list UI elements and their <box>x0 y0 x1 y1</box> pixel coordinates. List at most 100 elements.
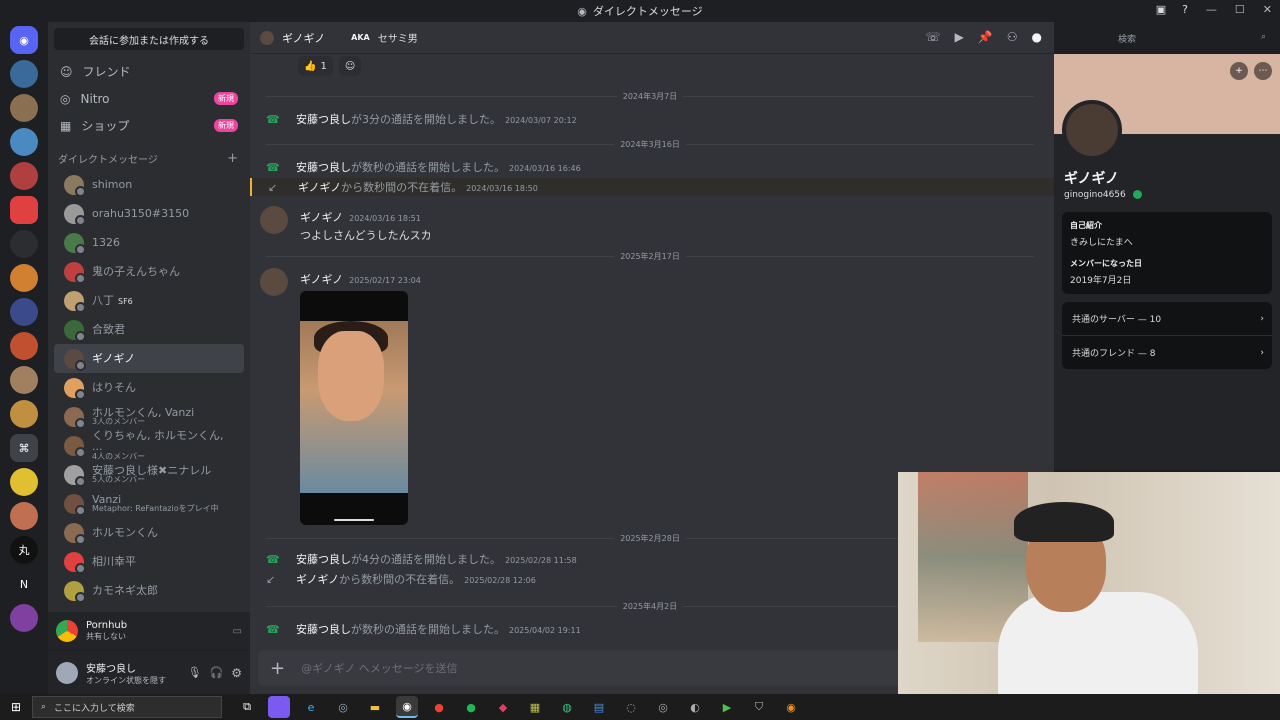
pin-icon[interactable]: 📌 <box>978 30 993 44</box>
dm-item[interactable]: ホルモンくん, Vanzi 3人のメンバー <box>54 402 244 431</box>
system-message-text: が数秒の通話を開始しました。 <box>351 161 505 174</box>
task-view-icon[interactable]: ⧉ <box>236 696 258 718</box>
server-icon[interactable] <box>10 604 38 632</box>
app-icon[interactable]: ◌ <box>620 696 642 718</box>
system-message-user[interactable]: 安藤つ良し <box>296 623 351 636</box>
app-icon[interactable]: ◎ <box>652 696 674 718</box>
member-since-value: 2019年7月2日 <box>1070 276 1132 286</box>
server-icon[interactable]: ⌘ <box>10 434 38 462</box>
search-input[interactable]: 検索 ⌕ <box>1112 28 1272 48</box>
dm-item[interactable]: orahu3150#3150 <box>54 199 244 228</box>
dm-item[interactable]: くりちゃん, ホルモンくん, ... 4人のメンバー <box>54 430 244 461</box>
app-icon[interactable]: ▶ <box>716 696 738 718</box>
home-button[interactable]: ◉ <box>10 26 38 54</box>
dm-item[interactable]: ホルモンくん <box>54 518 244 547</box>
find-conversation-button[interactable]: 会話に参加または作成する <box>54 28 244 50</box>
avatar[interactable] <box>56 661 78 684</box>
dm-item[interactable]: Vanzi Metaphor: ReFantazioをプレイ中 <box>54 489 244 518</box>
server-icon[interactable] <box>10 128 38 156</box>
edge-icon[interactable]: e <box>300 696 322 718</box>
create-dm-button[interactable]: + <box>227 151 238 166</box>
lips-app-icon[interactable]: ◆ <box>492 696 514 718</box>
dm-item[interactable]: 鬼の子えんちゃん <box>54 257 244 286</box>
plus-icon[interactable]: + <box>270 658 285 679</box>
avatar[interactable] <box>260 206 288 234</box>
server-icon[interactable]: N <box>10 570 38 598</box>
image-attachment[interactable] <box>300 291 408 525</box>
server-icon[interactable] <box>10 60 38 88</box>
add-friends-icon[interactable]: ⚇ <box>1007 30 1018 44</box>
server-icon[interactable] <box>10 264 38 292</box>
server-icon[interactable] <box>10 196 38 224</box>
dm-item[interactable]: ギノギノ <box>54 344 244 373</box>
stream-icon[interactable]: ▭ <box>233 626 242 637</box>
spotify-icon[interactable]: ● <box>460 696 482 718</box>
server-icon[interactable] <box>10 94 38 122</box>
system-message-user[interactable]: ギノギノ <box>296 573 339 586</box>
server-icon[interactable] <box>10 400 38 428</box>
add-friend-icon[interactable]: + <box>1230 62 1248 80</box>
dm-item[interactable]: 安藤つ良し様✖ニナレル 5人のメンバー <box>54 460 244 489</box>
discord-logo-icon: ◉ <box>19 33 29 47</box>
microphone-icon[interactable]: 🎙 <box>188 666 202 679</box>
app-icon[interactable]: ◉ <box>780 696 802 718</box>
search-icon: ⌕ <box>1260 32 1266 42</box>
nav-item-2[interactable]: ▦ ショップ 新規 <box>48 112 250 139</box>
server-icon[interactable] <box>10 502 38 530</box>
server-icon[interactable] <box>10 230 38 258</box>
server-icon[interactable] <box>10 366 38 394</box>
dm-item-name: 鬼の子えんちゃん <box>92 265 180 278</box>
shield-icon[interactable]: ⛉ <box>748 696 770 718</box>
message-author[interactable]: ギノギノ <box>300 273 343 286</box>
windows-start-icon[interactable]: ⊞ <box>0 700 32 714</box>
message-header: ギノギノ 2025/02/17 23:04 <box>300 268 421 287</box>
close-button[interactable]: ✕ <box>1263 3 1272 16</box>
steam-icon[interactable]: ◎ <box>332 696 354 718</box>
add-reaction-button[interactable]: ☺ <box>338 56 362 76</box>
taskbar-search[interactable]: ⌕ ここに入力して検索 <box>32 696 222 718</box>
maximize-button[interactable]: ☐ <box>1235 3 1245 16</box>
dm-item[interactable]: はりそん <box>54 373 244 402</box>
system-message-user[interactable]: ギノギノ <box>298 181 341 194</box>
nav-item-0[interactable]: ☺ フレンド <box>48 58 250 85</box>
app-icon[interactable]: ◍ <box>556 696 578 718</box>
inbox-icon[interactable]: ▣ <box>1156 3 1166 16</box>
dm-item[interactable]: 相川幸平 <box>54 547 244 576</box>
user-profile-icon[interactable]: ● <box>1032 30 1042 44</box>
folder-icon[interactable]: ▬ <box>364 696 386 718</box>
copilot-icon[interactable] <box>268 696 290 718</box>
dm-item[interactable]: 1326 <box>54 228 244 257</box>
system-message-user[interactable]: 安藤つ良し <box>296 161 351 174</box>
system-message-user[interactable]: 安藤つ良し <box>296 553 351 566</box>
server-icon[interactable] <box>10 298 38 326</box>
chrome-icon[interactable]: ● <box>428 696 450 718</box>
discord-taskbar-icon[interactable]: ◉ <box>396 696 418 718</box>
document-icon[interactable]: ▤ <box>588 696 610 718</box>
server-icon[interactable] <box>10 332 38 360</box>
mutual-friends-row[interactable]: 共通のフレンド — 8 › <box>1062 336 1272 369</box>
system-message-user[interactable]: 安藤つ良し <box>296 113 351 126</box>
more-icon[interactable]: ⋯ <box>1254 62 1272 80</box>
avatar[interactable] <box>260 268 288 296</box>
help-icon[interactable]: ? <box>1182 3 1188 16</box>
server-icon[interactable] <box>10 468 38 496</box>
nav-item-1[interactable]: ◎ Nitro 新規 <box>48 85 250 112</box>
server-icon[interactable]: 丸 <box>10 536 38 564</box>
gear-icon[interactable]: ⚙ <box>231 666 242 680</box>
voice-call-icon[interactable]: ☏ <box>926 30 941 44</box>
app-icon[interactable]: ◐ <box>684 696 706 718</box>
server-icon[interactable] <box>10 162 38 190</box>
message-author[interactable]: ギノギノ <box>300 211 343 224</box>
dm-item[interactable]: shimon <box>54 170 244 199</box>
dm-item[interactable]: 八丁 SF6 <box>54 286 244 315</box>
reaction-thumbs-up[interactable]: 👍 1 <box>298 56 333 76</box>
profile-avatar[interactable] <box>1062 100 1122 160</box>
video-call-icon[interactable]: ▶ <box>955 30 964 44</box>
message-input[interactable]: @ギノギノ へメッセージを送信 <box>301 660 457 676</box>
app-icon[interactable]: ▦ <box>524 696 546 718</box>
mutual-servers-row[interactable]: 共通のサーバー — 10 › <box>1062 302 1272 336</box>
minimize-button[interactable]: — <box>1206 3 1217 16</box>
headphones-icon[interactable]: 🎧 <box>210 666 224 679</box>
dm-item[interactable]: カモネギ太郎 <box>54 576 244 605</box>
dm-item[interactable]: 合致君 <box>54 315 244 344</box>
